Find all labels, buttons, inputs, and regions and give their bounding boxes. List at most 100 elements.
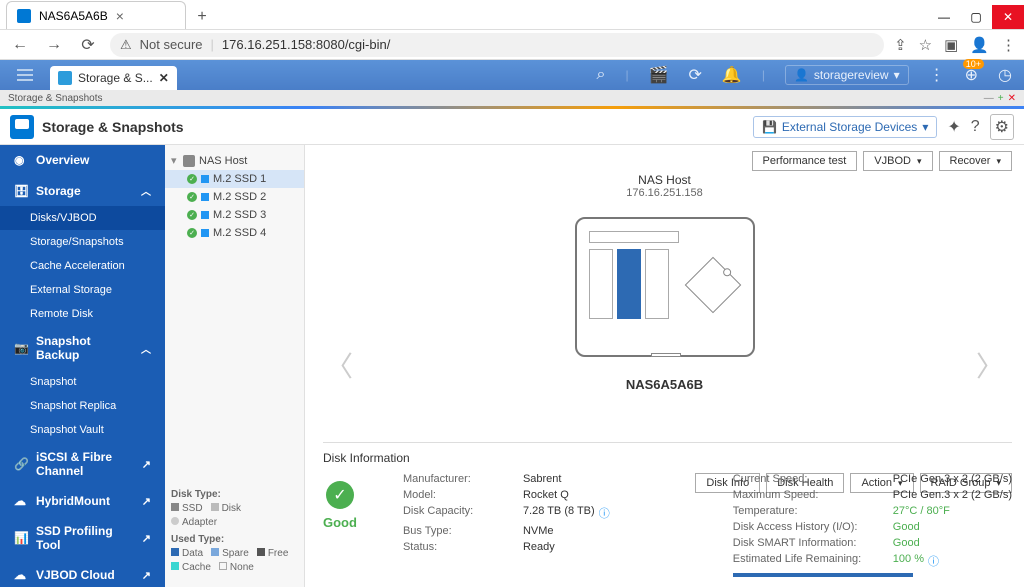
tree-disk-4[interactable]: ✓M.2 SSD 4 [165, 224, 304, 242]
sidebar-item-external[interactable]: External Storage [0, 278, 165, 302]
sidebar-item-snapshot-backup[interactable]: 📷Snapshot Backup︿ [0, 326, 165, 370]
sidebar: ◉Overview 🗄Storage︿ Disks/VJBOD Storage/… [0, 145, 165, 587]
sidebar-item-hybridmount[interactable]: ☁HybridMount↗ [0, 486, 165, 516]
not-secure-label: Not secure [140, 37, 203, 52]
close-tab-icon[interactable]: × [116, 8, 124, 24]
info-icon[interactable]: ⓘ [599, 505, 610, 521]
dashboard-icon[interactable]: ⊕10+ [965, 65, 978, 85]
breadcrumb: Storage & Snapshots [8, 93, 103, 104]
external-link-icon: ↗ [142, 495, 151, 508]
bell-icon[interactable]: 🔔 [722, 65, 742, 85]
ssd-icon [201, 175, 209, 183]
chevron-up-icon: ︿ [141, 341, 151, 356]
next-arrow-icon[interactable]: 〉 [976, 345, 1004, 385]
external-storage-button[interactable]: 💾 External Storage Devices ▾ [753, 116, 937, 138]
disk-info-left: Manufacturer:Sabrent Model:Rocket Q Disk… [403, 473, 610, 577]
chevron-down-icon: ▾ [996, 156, 1001, 167]
recover-button[interactable]: Recover▾ [939, 151, 1013, 171]
nas-icon [183, 155, 195, 167]
address-bar[interactable]: ⚠ Not secure | 176.16.251.158:8080/cgi-b… [110, 33, 884, 57]
star-icon[interactable]: ☆ [919, 36, 932, 54]
info-icon[interactable]: ⓘ [928, 553, 939, 569]
tree-disk-1[interactable]: ✓M.2 SSD 1 [165, 170, 304, 188]
hybrid-icon: ☁ [14, 494, 28, 508]
sidebar-item-vjbod-cloud[interactable]: ☁VJBOD Cloud↗ [0, 560, 165, 587]
browser-tab[interactable]: NAS6A5A6B × [6, 1, 186, 29]
chevron-down-icon: ▾ [894, 68, 900, 82]
sidebar-item-disks[interactable]: Disks/VJBOD [0, 206, 165, 230]
device-ip: 176.16.251.158 [305, 187, 1024, 199]
extensions-icon[interactable]: ▣ [944, 36, 958, 54]
tree-disk-2[interactable]: ✓M.2 SSD 2 [165, 188, 304, 206]
tab-title: NAS6A5A6B [39, 9, 108, 23]
menu-icon[interactable]: ⋮ [1001, 36, 1016, 54]
sidebar-item-snapshot-replica[interactable]: Snapshot Replica [0, 394, 165, 418]
window-max-icon[interactable]: + [998, 93, 1004, 104]
back-button[interactable]: ← [8, 33, 32, 57]
sidebar-item-overview[interactable]: ◉Overview [0, 145, 165, 175]
maximize-button[interactable]: ▢ [960, 5, 992, 29]
status-ok-icon: ✓ [187, 192, 197, 202]
warning-icon: ⚠ [120, 37, 132, 53]
ssd-icon [201, 193, 209, 201]
window-min-icon[interactable]: — [984, 93, 994, 104]
disk-status: ✓ Good [323, 473, 373, 577]
share-icon[interactable]: ⇪ [894, 36, 907, 54]
refresh-icon[interactable]: ⟳ [688, 65, 701, 85]
snapshot-icon: 📷 [14, 341, 28, 355]
help-icon[interactable]: ? [971, 118, 980, 136]
sidebar-item-storage-snapshots[interactable]: Storage/Snapshots [0, 230, 165, 254]
ssd-icon [201, 229, 209, 237]
external-link-icon: ↗ [142, 532, 151, 545]
favicon-icon [17, 9, 31, 23]
sidebar-item-iscsi[interactable]: 🔗iSCSI & Fibre Channel↗ [0, 442, 165, 486]
clapper-icon[interactable]: 🎬 [649, 65, 669, 85]
status-ok-icon: ✓ [187, 228, 197, 238]
new-tab-button[interactable]: + [190, 5, 214, 29]
vjbod-button[interactable]: VJBOD▾ [863, 151, 932, 171]
gear-icon[interactable]: ⚙ [990, 114, 1014, 140]
menu-button[interactable] [0, 60, 50, 90]
chevron-up-icon: ︿ [141, 183, 151, 198]
tools-icon[interactable]: ✦ [947, 117, 960, 137]
disk-tree: ▾NAS Host ✓M.2 SSD 1 ✓M.2 SSD 2 ✓M.2 SSD… [165, 145, 305, 587]
prev-arrow-icon[interactable]: 〈 [325, 345, 353, 385]
url-text: 176.16.251.158:8080/cgi-bin/ [222, 37, 390, 52]
search-icon[interactable]: ⌕ [596, 66, 605, 84]
sidebar-item-ssd-profiling[interactable]: 📊SSD Profiling Tool↗ [0, 516, 165, 560]
storage-icon [58, 71, 72, 85]
performance-test-button[interactable]: Performance test [752, 151, 858, 171]
gauge-icon[interactable]: ◷ [998, 65, 1012, 85]
content-area: Performance test VJBOD▾ Recover▾ NAS Hos… [305, 145, 1024, 587]
close-app-tab-icon[interactable]: ✕ [159, 71, 169, 85]
page-title: Storage & Snapshots [42, 119, 184, 135]
user-menu[interactable]: 👤 storagereview ▾ [785, 65, 909, 85]
reload-button[interactable]: ⟳ [76, 33, 100, 57]
status-ok-icon: ✓ [187, 174, 197, 184]
profile-icon[interactable]: 👤 [970, 36, 989, 54]
app-tab-label: Storage & S... [78, 71, 153, 85]
sidebar-item-cache[interactable]: Cache Acceleration [0, 254, 165, 278]
status-good: Good [323, 515, 357, 530]
disk-info-right: Current Speed:PCIe Gen.3 x 2 (2 GB/s) Ma… [733, 473, 1012, 577]
forward-button[interactable]: → [42, 33, 66, 57]
sidebar-item-storage[interactable]: 🗄Storage︿ [0, 175, 165, 206]
window-close-icon[interactable]: ✕ [1008, 93, 1016, 104]
chevron-down-icon: ▾ [922, 120, 928, 134]
sidebar-item-snapshot-vault[interactable]: Snapshot Vault [0, 418, 165, 442]
sidebar-item-snapshot[interactable]: Snapshot [0, 370, 165, 394]
username: storagereview [814, 68, 889, 82]
app-tab[interactable]: Storage & S... ✕ [50, 66, 177, 90]
sidebar-item-remote[interactable]: Remote Disk [0, 302, 165, 326]
status-ok-icon: ✓ [187, 210, 197, 220]
tree-disk-3[interactable]: ✓M.2 SSD 3 [165, 206, 304, 224]
user-icon: 👤 [794, 68, 809, 82]
minimize-button[interactable]: — [928, 5, 960, 29]
badge-count: 10+ [963, 59, 984, 69]
tree-nas-host[interactable]: ▾NAS Host [165, 151, 304, 170]
external-link-icon: ↗ [142, 569, 151, 582]
check-icon: ✓ [326, 481, 354, 509]
window-close-button[interactable]: ✕ [992, 5, 1024, 29]
ssd-icon [201, 211, 209, 219]
more-icon[interactable]: ⋮ [929, 65, 945, 85]
